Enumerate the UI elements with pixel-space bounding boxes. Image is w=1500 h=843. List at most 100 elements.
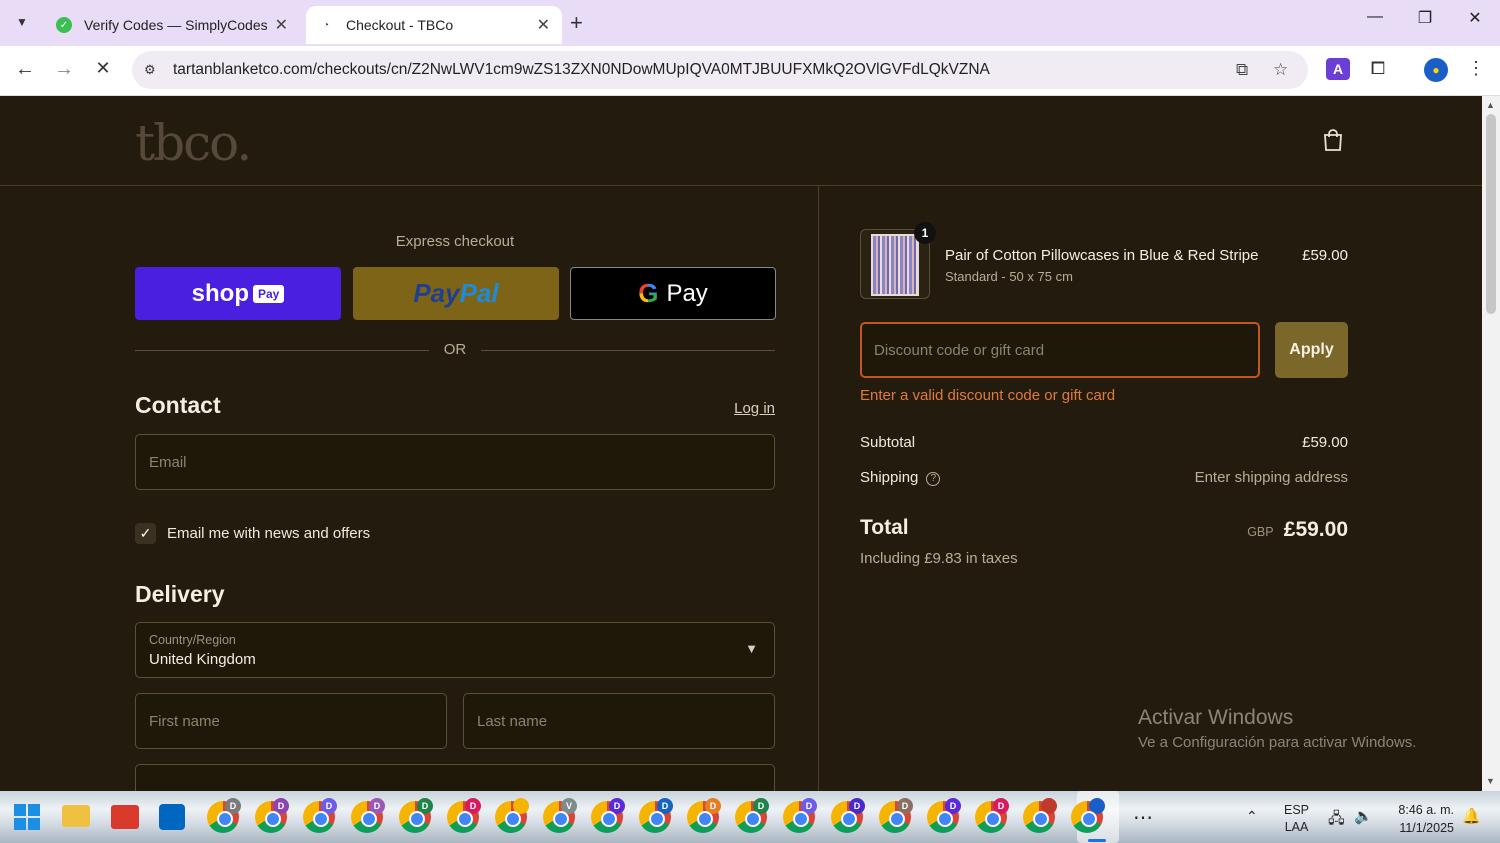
- windows-activation-subtitle: Ve a Configuración para activar Windows.: [1138, 734, 1417, 751]
- subtotal-value: £59.00: [1302, 434, 1348, 451]
- profile-badge: D: [465, 798, 481, 814]
- contact-heading: Contact: [135, 392, 221, 418]
- tab-search-button[interactable]: ▼: [8, 8, 36, 36]
- chrome-profile-app-icon[interactable]: D: [687, 798, 721, 833]
- microsoft-store-icon[interactable]: [159, 804, 185, 830]
- google-pay-button[interactable]: G Pay: [570, 267, 776, 320]
- profile-badge: D: [945, 798, 961, 814]
- profile-badge: D: [897, 798, 913, 814]
- country-region-label: Country/Region: [149, 633, 236, 647]
- profile-badge: D: [225, 798, 241, 814]
- chrome-profile-app-icon[interactable]: D: [399, 798, 433, 833]
- site-header: tbco.: [0, 96, 1482, 186]
- tab-checkout[interactable]: ◔ Checkout - TBCo ✕: [306, 6, 562, 44]
- chrome-profile-app-icon[interactable]: D: [879, 798, 913, 833]
- subtotal-row: Subtotal £59.00: [860, 434, 1348, 451]
- tab-title: Checkout - TBCo: [346, 17, 454, 33]
- address-bar[interactable]: ⚙ tartanblanketco.com/checkouts/cn/Z2NwL…: [132, 51, 1308, 89]
- product-name: Pair of Cotton Pillowcases in Blue & Red…: [945, 247, 1259, 264]
- clock-time: 8:46 a. m.: [1398, 803, 1454, 817]
- windows-activation-title: Activar Windows: [1138, 706, 1294, 729]
- red-app-icon[interactable]: [111, 805, 139, 829]
- scroll-up-icon[interactable]: ▲: [1486, 100, 1495, 110]
- subtotal-label: Subtotal: [860, 434, 916, 451]
- shopping-bag-icon[interactable]: [1322, 128, 1344, 152]
- divider-line: [481, 350, 775, 351]
- system-clock[interactable]: 8:46 a. m. 11/1/2025: [1388, 801, 1454, 837]
- newsletter-checkbox[interactable]: ✓: [135, 522, 156, 544]
- chrome-profile-app-icon[interactable]: D: [639, 798, 673, 833]
- discount-code-input[interactable]: Discount code or gift card: [860, 322, 1260, 378]
- first-name-field[interactable]: First name: [135, 693, 447, 749]
- extensions-puzzle-icon[interactable]: ⧠: [1366, 58, 1390, 79]
- chrome-profile-app-icon[interactable]: D: [255, 798, 289, 833]
- newsletter-option[interactable]: ✓ Email me with news and offers: [135, 522, 370, 544]
- profile-badge: D: [753, 798, 769, 814]
- tab-verify-codes[interactable]: ✓ Verify Codes — SimplyCodes ✕: [44, 6, 300, 44]
- apply-discount-button[interactable]: Apply: [1275, 322, 1348, 378]
- paypal-logo-pal: Pal: [459, 278, 499, 308]
- active-app-indicator: [1088, 839, 1106, 842]
- minimize-icon[interactable]: —: [1360, 8, 1390, 26]
- language-indicator[interactable]: ESP LAA: [1284, 802, 1309, 836]
- help-icon[interactable]: ?: [926, 472, 941, 486]
- delivery-heading: Delivery: [135, 581, 225, 607]
- chrome-profile-app-icon[interactable]: D: [447, 798, 481, 833]
- chrome-profile-app-icon[interactable]: D: [207, 798, 241, 833]
- back-icon[interactable]: ←: [12, 58, 38, 81]
- profile-avatar-icon[interactable]: ●: [1424, 58, 1448, 82]
- google-pay-text: Pay: [666, 279, 708, 307]
- last-name-field[interactable]: Last name: [463, 693, 775, 749]
- scrollbar-thumb[interactable]: [1486, 114, 1496, 314]
- chrome-profile-app-icon[interactable]: [495, 798, 529, 833]
- stop-loading-icon[interactable]: ✕: [90, 58, 116, 79]
- chrome-profile-app-icon[interactable]: D: [927, 798, 961, 833]
- volume-icon[interactable]: 🔈: [1354, 807, 1373, 825]
- chrome-profile-app-icon[interactable]: D: [591, 798, 625, 833]
- google-g-icon: G: [638, 278, 659, 308]
- site-info-icon[interactable]: ⚙: [144, 62, 156, 78]
- email-field[interactable]: Email: [135, 434, 775, 490]
- chevron-down-icon: ▼: [16, 15, 28, 29]
- chrome-profile-app-icon[interactable]: D: [783, 798, 817, 833]
- notifications-bell-icon[interactable]: 🔔: [1462, 807, 1481, 825]
- close-window-icon[interactable]: ✕: [1460, 8, 1490, 28]
- windows-start-icon[interactable]: [14, 804, 40, 830]
- new-tab-icon[interactable]: +: [570, 10, 583, 36]
- chrome-profile-app-icon[interactable]: D: [735, 798, 769, 833]
- show-hidden-icons-icon[interactable]: ⌃: [1246, 808, 1258, 825]
- country-region-select[interactable]: Country/Region United Kingdom ▼: [135, 622, 775, 678]
- chrome-profile-app-icon[interactable]: D: [831, 798, 865, 833]
- close-tab-icon[interactable]: ✕: [275, 15, 288, 35]
- express-checkout-title: Express checkout: [395, 233, 515, 250]
- menu-kebab-icon[interactable]: ⋮: [1464, 58, 1488, 79]
- extension-a-icon[interactable]: A: [1326, 58, 1350, 80]
- chrome-profile-app-icon[interactable]: [1023, 798, 1057, 833]
- chrome-profile-app-icon[interactable]: [1071, 798, 1105, 833]
- taxes-note: Including £9.83 in taxes: [860, 550, 1018, 567]
- log-in-link[interactable]: Log in: [700, 400, 775, 417]
- language-code: ESP: [1284, 803, 1310, 817]
- page-scrollbar[interactable]: ▲ ▼: [1482, 96, 1500, 791]
- paypal-button[interactable]: Pay Pal: [353, 267, 559, 320]
- network-icon[interactable]: 🖧: [1328, 808, 1345, 833]
- chrome-profile-app-icon[interactable]: D: [303, 798, 337, 833]
- chrome-profile-app-icon[interactable]: D: [351, 798, 385, 833]
- more-apps-icon[interactable]: ⋯: [1133, 805, 1153, 830]
- close-tab-icon[interactable]: ✕: [537, 15, 550, 35]
- total-row: Total GBP £59.00: [860, 516, 1348, 546]
- restore-icon[interactable]: ❐: [1410, 8, 1440, 28]
- chrome-profile-app-icon[interactable]: D: [975, 798, 1009, 833]
- store-logo[interactable]: tbco.: [135, 114, 252, 172]
- url-text[interactable]: tartanblanketco.com/checkouts/cn/Z2NwLWV…: [173, 61, 990, 79]
- address-field[interactable]: [135, 764, 775, 791]
- file-explorer-icon[interactable]: [62, 805, 90, 827]
- forward-icon[interactable]: →: [51, 58, 77, 81]
- profile-badge: D: [801, 798, 817, 814]
- bookmark-star-icon[interactable]: ☆: [1273, 60, 1288, 80]
- scroll-down-icon[interactable]: ▼: [1486, 776, 1495, 786]
- shop-pay-button[interactable]: shop Pay: [135, 267, 341, 320]
- chrome-profile-app-icon[interactable]: V: [543, 798, 577, 833]
- newsletter-label[interactable]: Email me with news and offers: [167, 525, 370, 542]
- translate-icon[interactable]: ⧉: [1236, 60, 1248, 80]
